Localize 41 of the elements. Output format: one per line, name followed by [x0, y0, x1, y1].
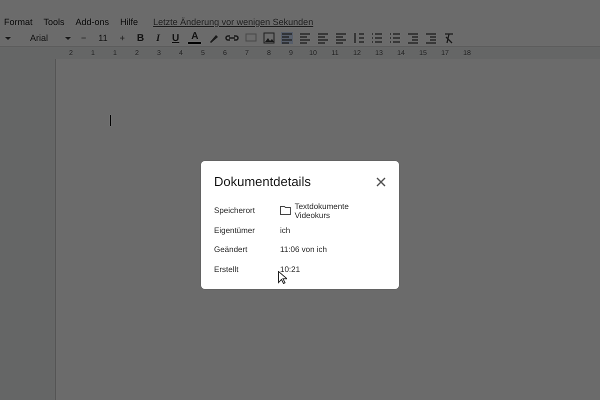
text-cursor [110, 115, 111, 126]
format-button[interactable]: U [169, 32, 182, 44]
close-icon[interactable] [376, 176, 386, 186]
highlighter-icon[interactable] [207, 32, 220, 44]
caret-icon[interactable] [4, 34, 12, 42]
caret-icon[interactable] [64, 34, 72, 42]
list-icon[interactable] [389, 32, 402, 44]
menu-item[interactable]: Format [4, 17, 33, 27]
image-icon[interactable] [263, 32, 276, 44]
detail-value: 10:21 [280, 264, 300, 274]
menu-item[interactable]: Tools [44, 17, 65, 27]
line-spacing-icon[interactable] [353, 32, 366, 44]
format-button[interactable]: I [153, 32, 164, 44]
font-size-field[interactable]: 11 [95, 33, 111, 43]
mouse-pointer-icon [278, 271, 287, 284]
detail-label: Erstellt [214, 264, 240, 274]
decrease-size-button[interactable]: − [78, 33, 90, 43]
format-button[interactable]: B [134, 32, 148, 44]
folder-icon [280, 206, 291, 216]
last-edit-link[interactable]: Letzte Änderung vor wenigen Sekunden [153, 17, 314, 27]
detail-value[interactable]: Textdokumente Videokurs [294, 202, 386, 220]
indent-icon[interactable] [407, 32, 420, 44]
format-button[interactable]: A [188, 32, 202, 44]
detail-value: 11:06 von ich [280, 245, 327, 254]
comment-icon[interactable] [245, 32, 258, 44]
menu-item[interactable]: Hilfe [120, 17, 138, 27]
detail-label: Eigentümer [214, 226, 256, 235]
align-icon[interactable] [299, 32, 312, 44]
menu-item[interactable]: Add-ons [76, 17, 110, 27]
clear-formatting-icon[interactable] [443, 32, 456, 44]
detail-value: ich [280, 226, 290, 235]
align-icon[interactable] [281, 32, 294, 44]
dialog-title: Dokumentdetails [214, 174, 311, 189]
indent-icon[interactable] [425, 32, 438, 44]
detail-label: Geändert [214, 245, 248, 254]
align-icon[interactable] [335, 32, 348, 44]
font-dropdown[interactable]: Arial [30, 33, 58, 43]
align-icon[interactable] [317, 32, 330, 44]
increase-size-button[interactable]: + [116, 33, 128, 43]
detail-label: Speicherort [214, 206, 256, 216]
list-icon[interactable] [371, 32, 384, 44]
